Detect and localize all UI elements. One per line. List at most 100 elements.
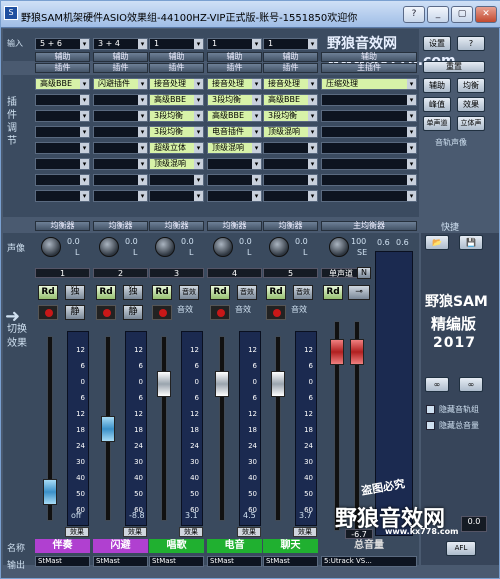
loop-icon-1[interactable]: ∞ bbox=[425, 377, 449, 392]
plugin-slot-r3-c3[interactable]: 3段均衡 bbox=[149, 110, 204, 122]
solo-button-2[interactable]: 独 bbox=[123, 285, 143, 300]
rd-button-2[interactable]: Rd bbox=[96, 285, 116, 300]
eq-header-3[interactable]: 均衡器 bbox=[149, 221, 204, 231]
plugin-slot-r4-c2[interactable] bbox=[93, 126, 148, 138]
peak-button[interactable]: 峰值 bbox=[423, 97, 451, 112]
plugin-slot-r8-c3[interactable] bbox=[149, 190, 204, 202]
loop-icon-2[interactable]: ∞ bbox=[459, 377, 483, 392]
plugin-slot-r3-c2[interactable] bbox=[93, 110, 148, 122]
plugin-slot-r3-c6[interactable] bbox=[321, 110, 417, 122]
pan-knob-5[interactable] bbox=[269, 237, 289, 257]
plugin-slot-r6-c1[interactable] bbox=[35, 158, 90, 170]
master-gain-box[interactable]: 0.0 bbox=[461, 516, 487, 532]
save-icon[interactable]: 💾 bbox=[459, 235, 483, 250]
plugin-slot-r2-c5[interactable]: 高级BBE bbox=[263, 94, 318, 106]
plugin-slot-r5-c1[interactable] bbox=[35, 142, 90, 154]
eq-header-5[interactable]: 均衡器 bbox=[263, 221, 318, 231]
mute-button-2[interactable]: 静 bbox=[123, 305, 143, 320]
plugin-slot-r2-c4[interactable]: 3段均衡 bbox=[207, 94, 262, 106]
plugin-slot-r1-c3[interactable]: 接音处理 bbox=[149, 78, 204, 90]
help-button[interactable]: ? bbox=[457, 36, 485, 51]
master-pan-knob[interactable] bbox=[329, 237, 349, 257]
plugin-slot-r1-c5[interactable]: 接音处理 bbox=[263, 78, 318, 90]
plugin-slot-r8-c5[interactable] bbox=[263, 190, 318, 202]
plugin-slot-r3-c1[interactable] bbox=[35, 110, 90, 122]
eq-header-1[interactable]: 均衡器 bbox=[35, 221, 90, 231]
plugin-slot-r4-c5[interactable]: 顶级混响 bbox=[263, 126, 318, 138]
plugin-slot-r8-c6[interactable] bbox=[321, 190, 417, 202]
plugin-slot-r8-c2[interactable] bbox=[93, 190, 148, 202]
master-output-select[interactable]: 5:Utrack VS... bbox=[321, 556, 417, 567]
mono-button[interactable]: 单声道 bbox=[423, 116, 451, 131]
plugin-slot-r7-c5[interactable] bbox=[263, 174, 318, 186]
aux-button[interactable]: 辅助 bbox=[423, 78, 451, 93]
master-eq-header[interactable]: 主均衡器 bbox=[321, 221, 417, 231]
reset-button[interactable]: 重置 bbox=[423, 61, 485, 73]
effect-select-2[interactable]: 效果 bbox=[123, 527, 147, 537]
record-button-4[interactable] bbox=[210, 305, 230, 320]
plugin-slot-r3-c4[interactable]: 高级BBE bbox=[207, 110, 262, 122]
input-select-2[interactable]: 3 + 4 bbox=[93, 38, 148, 50]
effect-select-1[interactable]: 效果 bbox=[65, 527, 89, 537]
pan-knob-4[interactable] bbox=[213, 237, 233, 257]
rd-button-4[interactable]: Rd bbox=[210, 285, 230, 300]
record-button-5[interactable] bbox=[266, 305, 286, 320]
maximize-button[interactable]: ▢ bbox=[451, 6, 473, 23]
solo-button-4[interactable]: 音效 bbox=[237, 285, 257, 300]
plugin-slot-r6-c6[interactable] bbox=[321, 158, 417, 170]
plugin-slot-r2-c2[interactable] bbox=[93, 94, 148, 106]
plugin-slot-r5-c4[interactable]: 顶级混响 bbox=[207, 142, 262, 154]
plugin-slot-r6-c4[interactable] bbox=[207, 158, 262, 170]
plugin-slot-r5-c5[interactable] bbox=[263, 142, 318, 154]
master-fader-left[interactable] bbox=[330, 339, 344, 365]
mute-button-1[interactable]: 静 bbox=[65, 305, 85, 320]
afl-button[interactable]: AFL bbox=[446, 541, 476, 556]
output-select-1[interactable]: StMast bbox=[35, 556, 90, 567]
stereo-button[interactable]: 立体声 bbox=[457, 116, 485, 131]
fader-3[interactable] bbox=[157, 370, 171, 397]
record-button-3[interactable] bbox=[152, 305, 172, 320]
eq-header-4[interactable]: 均衡器 bbox=[207, 221, 262, 231]
plugin-slot-r7-c6[interactable] bbox=[321, 174, 417, 186]
pan-knob-2[interactable] bbox=[99, 237, 119, 257]
plugin-slot-r5-c2[interactable] bbox=[93, 142, 148, 154]
plugin-slot-r8-c1[interactable] bbox=[35, 190, 90, 202]
plugin-slot-r4-c6[interactable] bbox=[321, 126, 417, 138]
plugin-slot-r5-c6[interactable] bbox=[321, 142, 417, 154]
plugin-slot-r4-c4[interactable]: 电音插件 bbox=[207, 126, 262, 138]
hide-tracks-checkbox[interactable] bbox=[426, 405, 435, 414]
plugin-slot-r8-c4[interactable] bbox=[207, 190, 262, 202]
plugin-slot-r1-c4[interactable]: 接音处理 bbox=[207, 78, 262, 90]
plugin-slot-r6-c5[interactable] bbox=[263, 158, 318, 170]
effect-button[interactable]: 效果 bbox=[457, 97, 485, 112]
output-select-4[interactable]: StMast bbox=[207, 556, 262, 567]
solo-button-1[interactable]: 独 bbox=[65, 285, 85, 300]
master-n-button[interactable]: N bbox=[357, 267, 371, 279]
solo-button-5[interactable]: 音效 bbox=[293, 285, 313, 300]
plugin-slot-r5-c3[interactable]: 超级立体 bbox=[149, 142, 204, 154]
minimize-button[interactable]: _ bbox=[427, 6, 449, 23]
pan-knob-3[interactable] bbox=[155, 237, 175, 257]
help-window-button[interactable]: ? bbox=[403, 6, 425, 23]
plugin-slot-r1-c2[interactable]: 闪避插件 bbox=[93, 78, 148, 90]
output-select-3[interactable]: StMast bbox=[149, 556, 204, 567]
fader-5[interactable] bbox=[271, 370, 285, 397]
close-button[interactable]: ✕ bbox=[475, 6, 497, 23]
folder-open-icon[interactable]: 📂 bbox=[425, 235, 449, 250]
eq-header-2[interactable]: 均衡器 bbox=[93, 221, 148, 231]
fader-1[interactable] bbox=[43, 479, 57, 506]
plugin-slot-r1-c6[interactable]: 压缩处理 bbox=[321, 78, 417, 90]
master-rd-button[interactable]: Rd bbox=[323, 285, 343, 300]
record-button-2[interactable] bbox=[96, 305, 116, 320]
plugin-slot-r2-c1[interactable] bbox=[35, 94, 90, 106]
settings-button[interactable]: 设置 bbox=[423, 36, 451, 51]
plugin-slot-r6-c3[interactable]: 顶级混响 bbox=[149, 158, 204, 170]
plugin-slot-r2-c6[interactable] bbox=[321, 94, 417, 106]
eq-button[interactable]: 均衡 bbox=[457, 78, 485, 93]
plugin-slot-r7-c1[interactable] bbox=[35, 174, 90, 186]
record-button-1[interactable] bbox=[38, 305, 58, 320]
fader-4[interactable] bbox=[215, 370, 229, 397]
rd-button-5[interactable]: Rd bbox=[266, 285, 286, 300]
plugin-slot-r2-c3[interactable]: 高级BBE bbox=[149, 94, 204, 106]
pan-knob-1[interactable] bbox=[41, 237, 61, 257]
